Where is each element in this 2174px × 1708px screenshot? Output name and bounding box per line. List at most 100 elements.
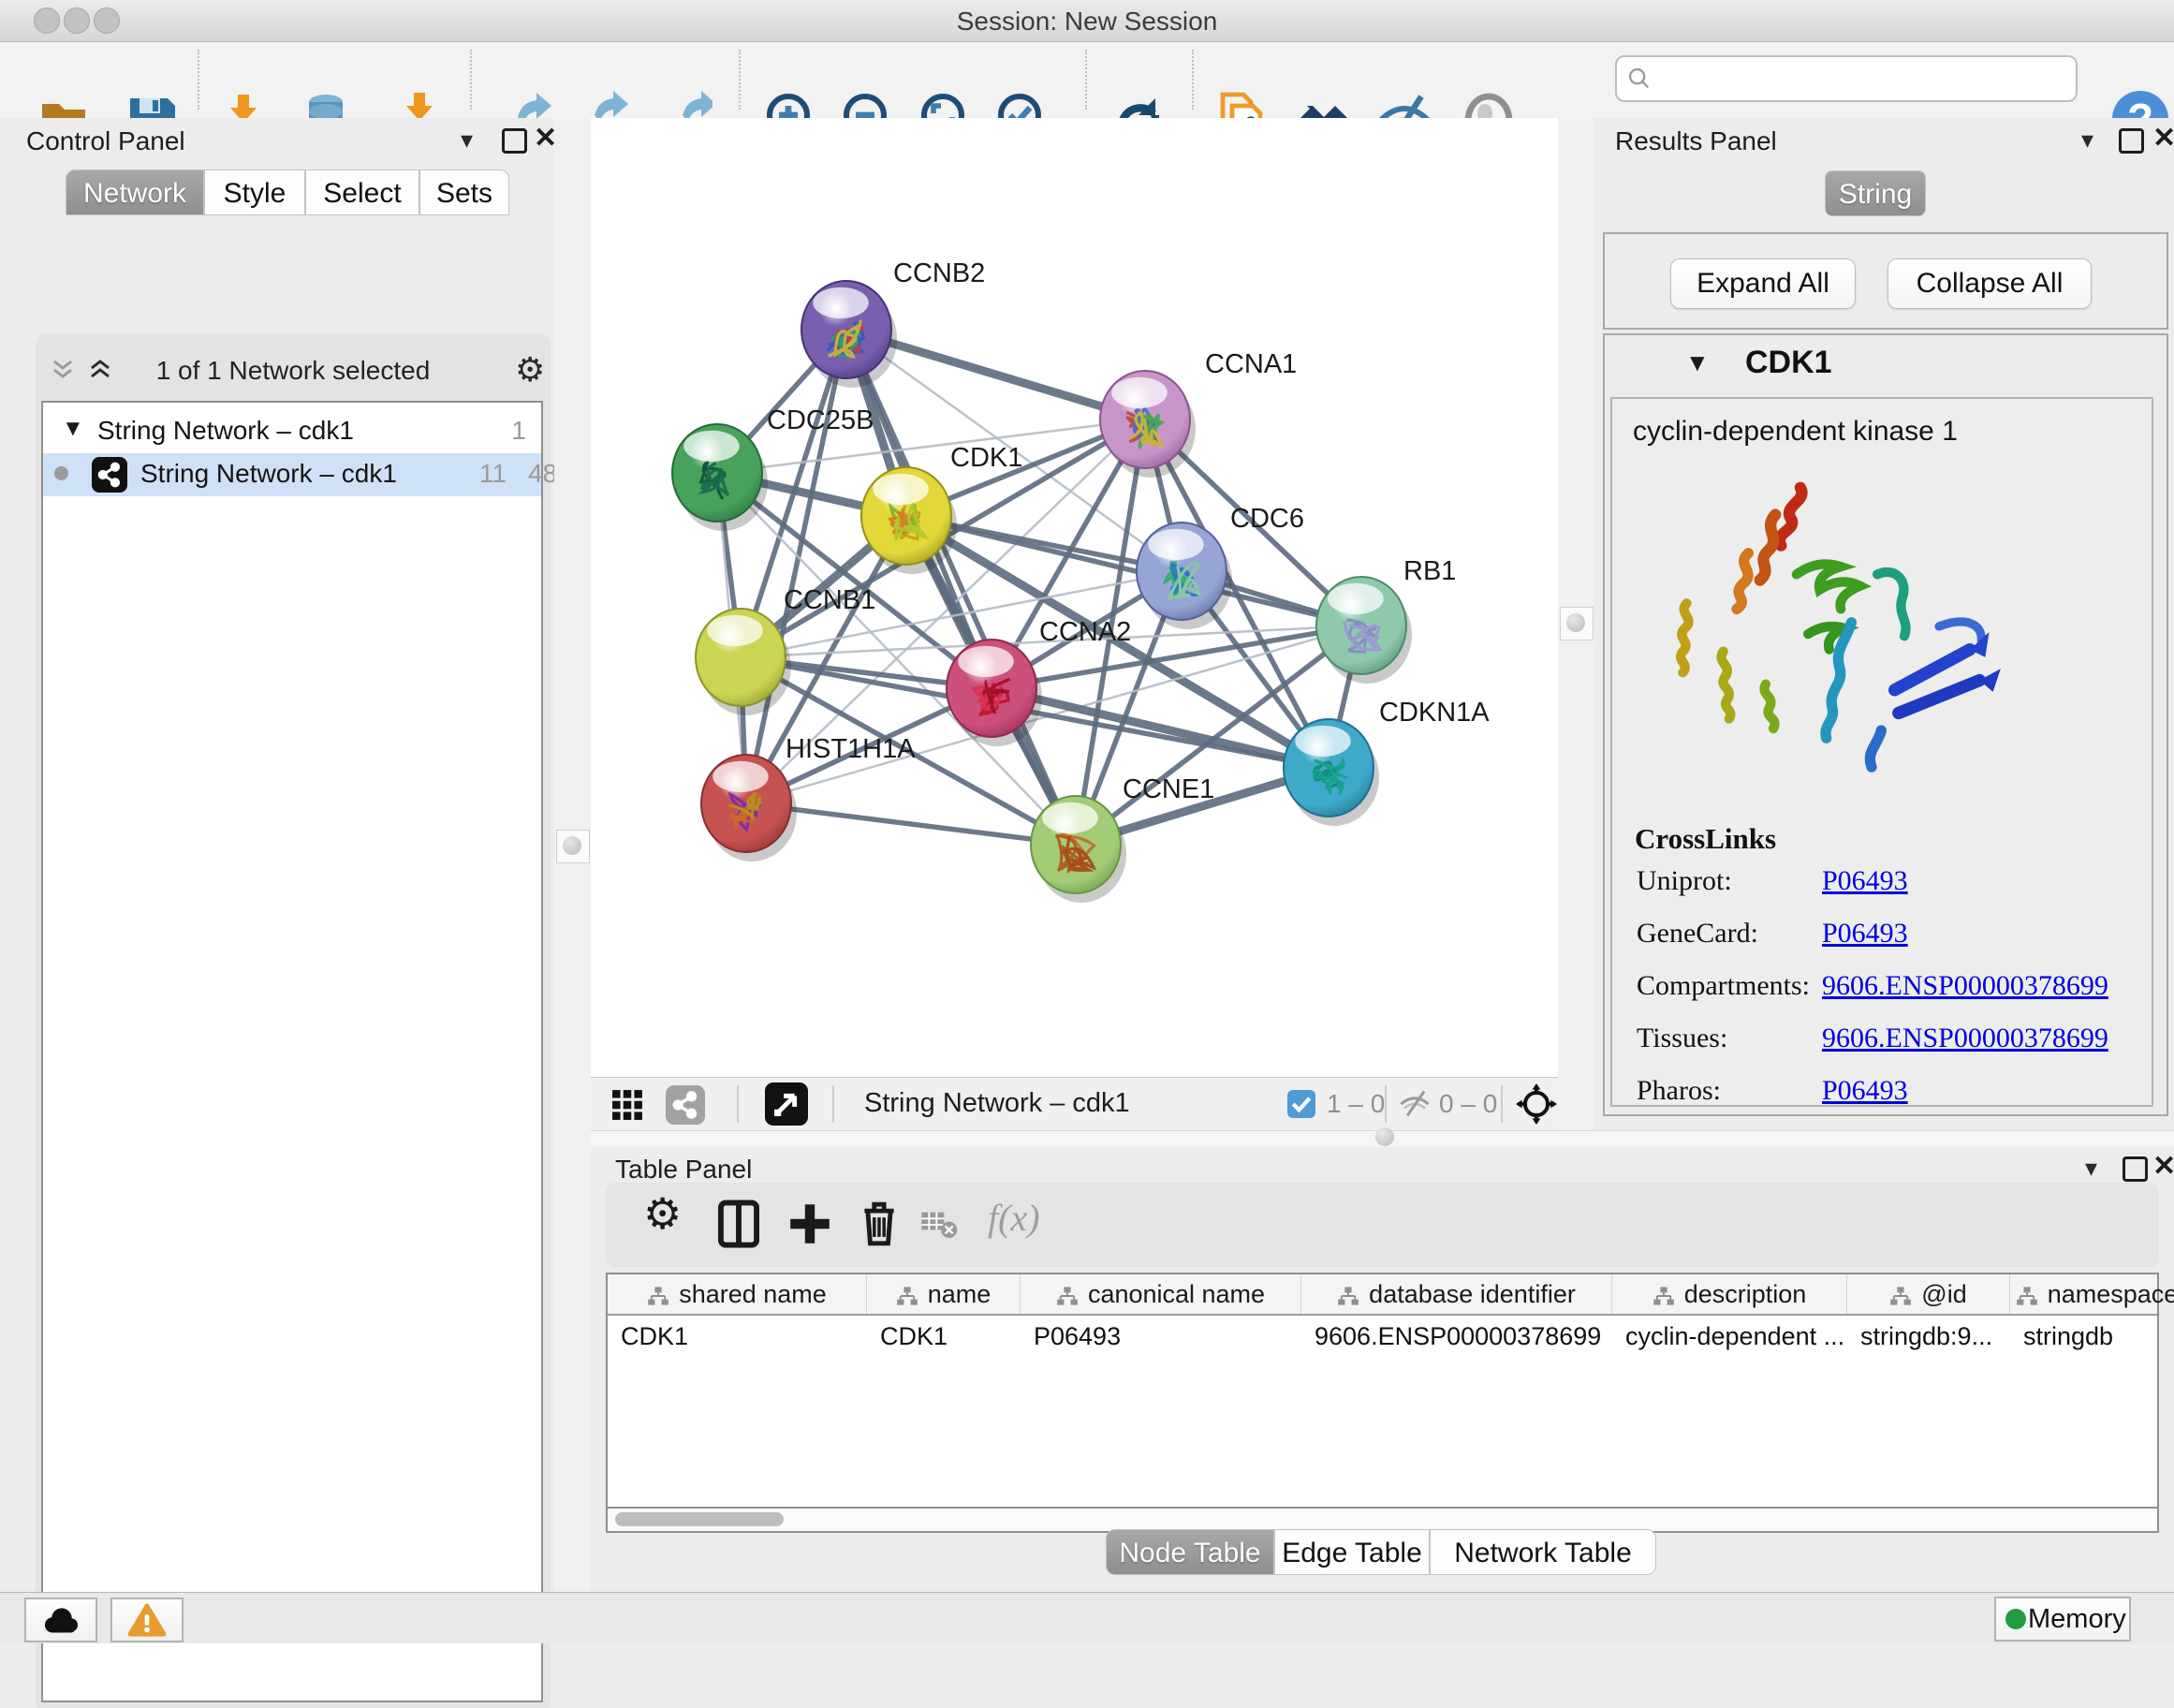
add-column-icon[interactable]	[786, 1198, 834, 1250]
show-columns-icon[interactable]	[714, 1198, 763, 1250]
table-cell[interactable]: CDK1	[867, 1316, 1021, 1357]
node-CCNA1[interactable]: CCNA1	[1100, 349, 1297, 478]
status-bar: Memory	[0, 1592, 2174, 1643]
node-label-CDK1: CDK1	[950, 443, 1022, 473]
right-splitter[interactable]	[1558, 118, 1597, 1130]
collection-expand-caret[interactable]: ▼	[62, 416, 84, 442]
node-CDC25B[interactable]: CDC25B	[672, 405, 874, 531]
tab-style[interactable]: Style	[204, 169, 305, 215]
grid-view-icon[interactable]	[611, 1089, 643, 1121]
node-CCNE1[interactable]: CCNE1	[1031, 774, 1214, 903]
protein-structure-image	[1650, 461, 2024, 798]
search-input[interactable]	[1615, 55, 2078, 102]
separator	[737, 1085, 739, 1123]
memory-button[interactable]: Memory	[1994, 1597, 2131, 1642]
node-label-CCNB1: CCNB1	[784, 585, 875, 615]
control-panel-menu-caret[interactable]: ▾	[461, 125, 473, 155]
collapse-all-button[interactable]: Collapse All	[1888, 258, 2092, 309]
edge-CCNB2-HIST1H1A[interactable]	[746, 330, 846, 803]
node-table[interactable]: shared namenamecanonical namedatabase id…	[606, 1273, 2159, 1509]
table-settings-gear-icon[interactable]: ⚙	[643, 1188, 682, 1239]
column-header-id[interactable]: @id	[1847, 1274, 2010, 1314]
collection-label: String Network – cdk1	[97, 416, 354, 446]
edge-CCNB2-CCNE1[interactable]	[846, 330, 1076, 845]
right-splitter-handle[interactable]	[1560, 607, 1594, 640]
network-graph[interactable]: CCNB2CCNA1CDC25BCDK1CDC6RB1CCNB1CCNA2CDK…	[591, 118, 1558, 1077]
crosslink-label: Pharos:	[1637, 1075, 1721, 1106]
crosslink-row: Compartments:9606.ENSP00000378699	[1637, 970, 2142, 1017]
gene-description: cyclin-dependent kinase 1	[1633, 416, 1958, 448]
table-panel-menu-caret[interactable]: ▾	[2085, 1154, 2097, 1183]
separator	[832, 1085, 834, 1123]
table-panel-float-button[interactable]	[2123, 1156, 2148, 1182]
tab-network[interactable]: Network	[66, 169, 204, 215]
network-collection-row[interactable]: ▼ String Network – cdk1 1	[43, 410, 541, 453]
results-panel-float-button[interactable]	[2119, 128, 2144, 154]
column-header-canonical-name[interactable]: canonical name	[1021, 1274, 1301, 1314]
network-share-icon[interactable]	[666, 1085, 705, 1125]
crosslink-value[interactable]: 9606.ENSP00000378699	[1822, 970, 2108, 1002]
toolbar-separator	[198, 50, 199, 110]
tab-select[interactable]: Select	[305, 169, 419, 215]
node-label-CCNA1: CCNA1	[1205, 349, 1297, 379]
crosslink-value[interactable]: 9606.ENSP00000378699	[1822, 1023, 2108, 1054]
column-header-description[interactable]: description	[1612, 1274, 1847, 1314]
column-header-shared-name[interactable]: shared name	[608, 1274, 867, 1314]
table-hscrollbar-thumb[interactable]	[615, 1512, 784, 1526]
hidden-count: 0 – 0	[1439, 1089, 1497, 1119]
crosslink-value[interactable]: P06493	[1822, 865, 1908, 897]
cytoscape-window: { "window": {"title": "Session: New Sess…	[0, 0, 2174, 1642]
table-cell[interactable]: 9606.ENSP00000378699	[1301, 1316, 1612, 1357]
network-row-selected[interactable]: String Network – cdk1 11 48	[43, 453, 541, 496]
separator	[1385, 1085, 1387, 1123]
node-CCNB1[interactable]: CCNB1	[696, 585, 875, 715]
tab-sets[interactable]: Sets	[419, 169, 509, 215]
crosslink-value[interactable]: P06493	[1822, 918, 1908, 950]
toolbar-separator	[739, 50, 741, 110]
column-header-name[interactable]: name	[867, 1274, 1021, 1314]
tab-edge-table[interactable]: Edge Table	[1274, 1529, 1430, 1575]
expand-all-button[interactable]: Expand All	[1670, 258, 1856, 309]
table-cell[interactable]: stringdb:9...	[1847, 1316, 2010, 1357]
cloud-button[interactable]	[24, 1598, 97, 1642]
warnings-button[interactable]	[110, 1598, 184, 1642]
birds-eye-view-icon[interactable]	[765, 1082, 808, 1126]
node-RB1[interactable]: RB1	[1316, 556, 1456, 684]
tab-network-table[interactable]: Network Table	[1430, 1529, 1656, 1575]
crosslink-row: Tissues:9606.ENSP00000378699	[1637, 1023, 2142, 1069]
node-CCNB2[interactable]: CCNB2	[801, 258, 985, 388]
gene-collapse-caret[interactable]: ▼	[1685, 348, 1710, 377]
delete-table-icon	[920, 1209, 958, 1241]
node-CDKN1A[interactable]: CDKN1A	[1284, 698, 1490, 826]
left-splitter[interactable]	[554, 118, 591, 1592]
delete-column-trash-icon[interactable]	[855, 1198, 903, 1250]
node-HIST1H1A[interactable]: HIST1H1A	[701, 734, 916, 861]
node-label-RB1: RB1	[1403, 556, 1456, 586]
network-label: String Network – cdk1	[140, 459, 397, 489]
tab-string[interactable]: String	[1825, 170, 1926, 216]
table-cell[interactable]: P06493	[1021, 1316, 1301, 1357]
table-cell[interactable]: cyclin-dependent ...	[1612, 1316, 1847, 1357]
collection-count: 1	[511, 416, 526, 446]
crosslink-value[interactable]: P06493	[1822, 1075, 1908, 1107]
column-header-namespace[interactable]: namespace	[2010, 1274, 2174, 1314]
table-cell[interactable]: stringdb	[2010, 1316, 2174, 1357]
fit-selected-crosshair-icon[interactable]	[1516, 1083, 1557, 1125]
results-panel-menu-caret[interactable]: ▾	[2081, 125, 2093, 155]
results-panel-close-button[interactable]: ✕	[2152, 125, 2174, 153]
horizontal-splitter[interactable]	[591, 1130, 2174, 1148]
tab-node-table[interactable]: Node Table	[1106, 1529, 1274, 1575]
table-panel-close-button[interactable]: ✕	[2152, 1153, 2174, 1181]
node-label-HIST1H1A: HIST1H1A	[786, 734, 916, 764]
table-cell[interactable]: CDK1	[608, 1316, 867, 1357]
column-header-database-identifier[interactable]: database identifier	[1301, 1274, 1612, 1314]
network-view[interactable]: CCNB2CCNA1CDC25BCDK1CDC6RB1CCNB1CCNA2CDK…	[591, 118, 1558, 1077]
left-splitter-handle[interactable]	[556, 830, 590, 863]
selected-checkbox-icon[interactable]	[1287, 1090, 1315, 1118]
gene-section: ▼ CDK1 cyclin-dependent kinase 1	[1603, 333, 2168, 1116]
crosslink-row: Pharos: P06493	[1637, 1075, 2142, 1122]
network-options-gear-icon[interactable]: ⚙	[515, 350, 545, 390]
node-CDC6[interactable]: CDC6	[1137, 504, 1304, 629]
network-view-title: String Network – cdk1	[864, 1088, 1130, 1119]
control-panel-float-button[interactable]	[502, 128, 527, 154]
